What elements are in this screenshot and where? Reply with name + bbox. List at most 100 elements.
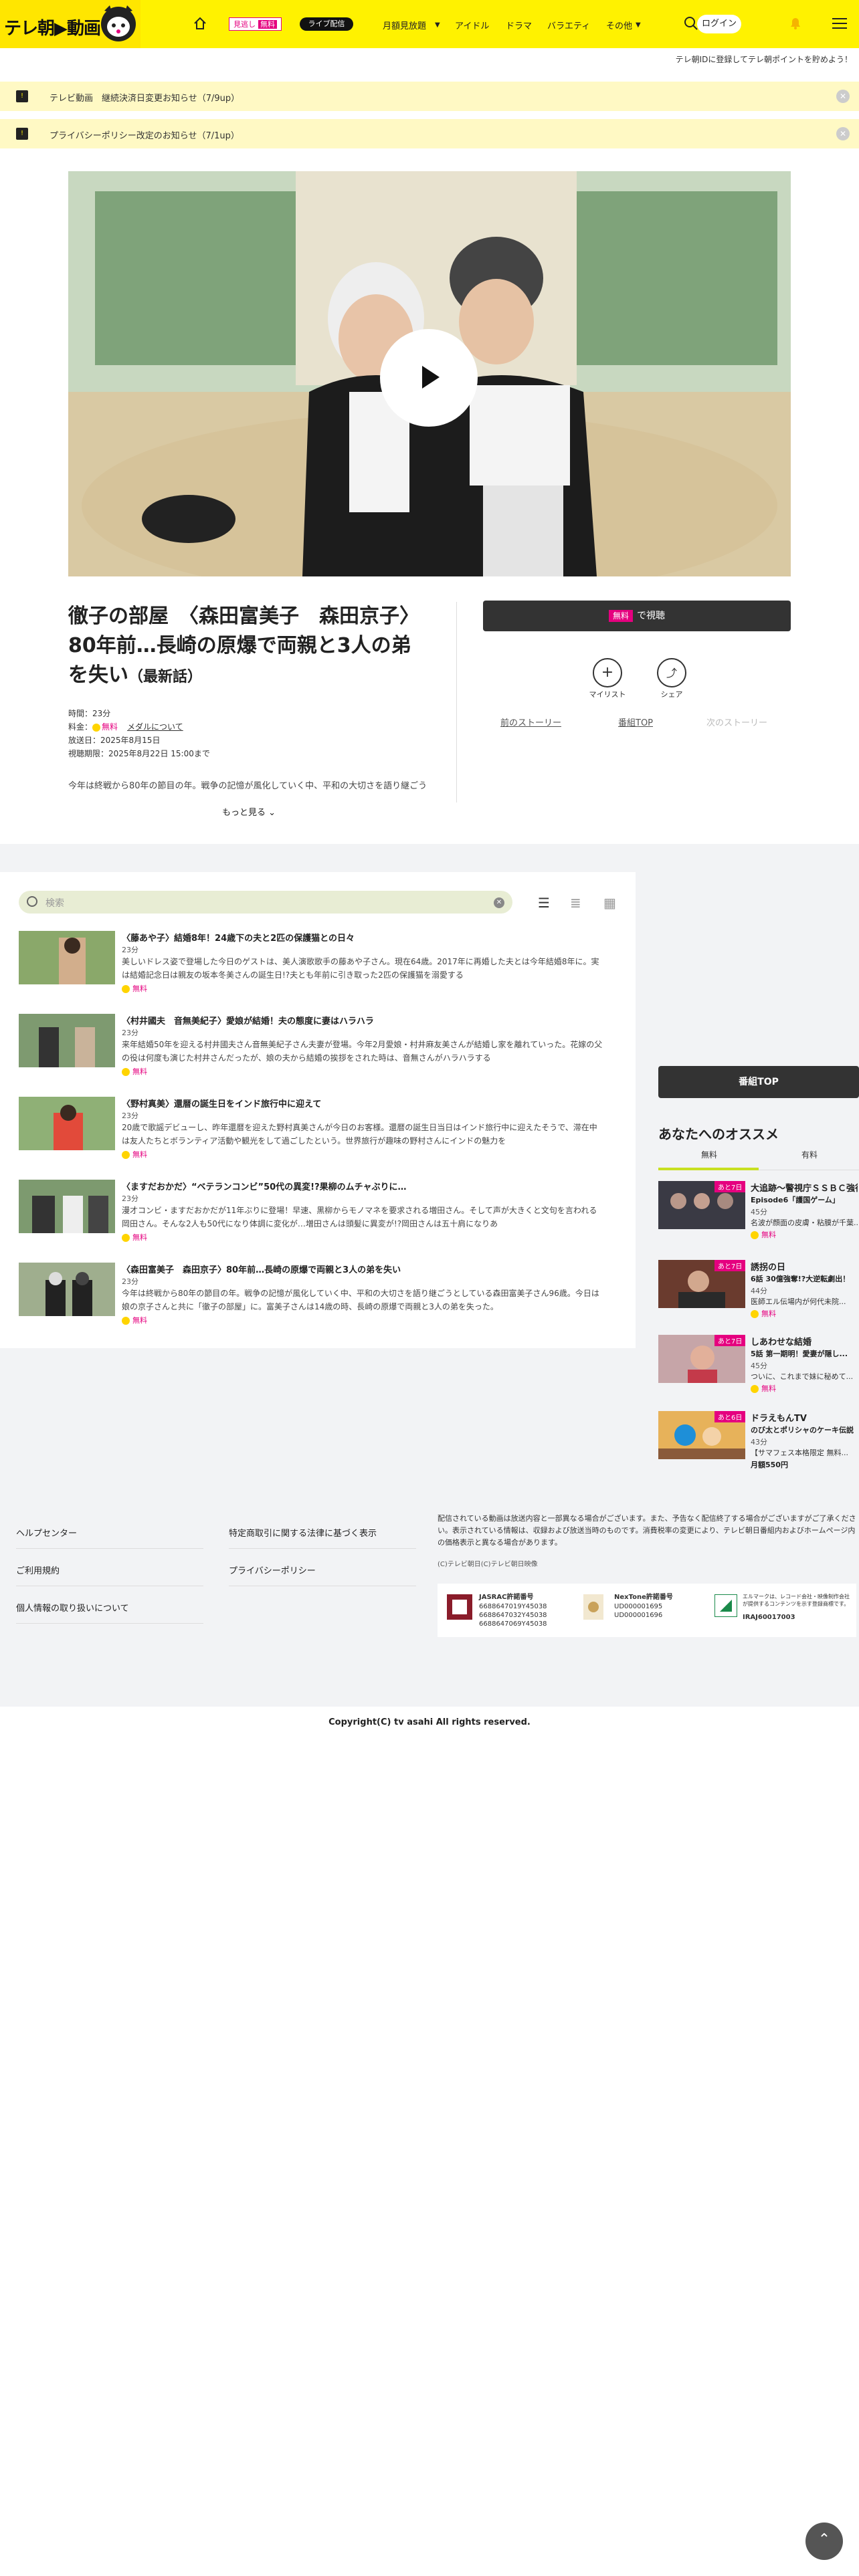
episode-item[interactable]: 〈村井國夫 音無美紀子〉愛娘が結婚！夫の態度に妻はハラハラ 23分 来年結婚50… — [19, 1014, 621, 1087]
recommend-title: 誘拐の日 — [751, 1263, 786, 1273]
nav-drama[interactable]: ドラマ — [506, 19, 532, 31]
coin-icon — [751, 1231, 759, 1239]
copyright: Copyright(C) tv asahi All rights reserve… — [328, 1717, 531, 1727]
play-icon — [422, 366, 440, 389]
clear-icon[interactable]: ✕ — [494, 897, 504, 908]
episode-item[interactable]: 〈藤あや子〉結婚8年！24歳下の夫と2匹の保護猫との日々 23分 美しいドレス姿… — [19, 931, 621, 1004]
chevron-down-icon: ▼ — [636, 21, 641, 29]
episode-thumbnail — [19, 1014, 115, 1067]
recommend-card[interactable]: あと7日 誘拐の日 6話 30億強奪!?大逆転劇出！ 44分 医師エル伝場内が何… — [658, 1260, 859, 1324]
episode-duration: 23分 — [122, 1194, 138, 1203]
episode-title: 〈藤あや子〉結婚8年！24歳下の夫と2匹の保護猫との日々 — [122, 934, 355, 944]
notice-icon: ! — [16, 128, 28, 140]
bell-icon[interactable] — [788, 15, 803, 31]
chip-free-label: 無料 — [258, 20, 277, 29]
nav-variety[interactable]: バラエティ — [547, 19, 590, 31]
episode-desc: 20歳で歌謡デビューし、昨年還暦を迎えた野村真美さんが今日のお客様。還暦の誕生日… — [122, 1123, 597, 1146]
recommend-sub: 6話 30億強奪!?大逆転劇出！ — [751, 1275, 850, 1283]
divider — [456, 602, 457, 802]
episode-desc: 来年結婚50年を迎える村井國夫さん音無美紀子さん夫妻が登場。今年2月愛娘・村井麻… — [122, 1040, 603, 1063]
search-icon[interactable] — [684, 16, 698, 31]
site-logo[interactable]: テレ朝▶動画 — [0, 0, 140, 48]
watch-button[interactable]: 無料 で視聴 — [483, 601, 791, 631]
recommend-card[interactable]: あと7日 しあわせな結婚 5話 第一期明！愛妻が隠し... 45分 ついに、これ… — [658, 1335, 859, 1399]
program-top-button[interactable]: 番組TOP — [658, 1066, 859, 1098]
nextone-icon — [583, 1594, 603, 1620]
nav-monthly[interactable]: 月額見放題 — [383, 19, 426, 31]
footer-link-help[interactable]: ヘルプセンター — [16, 1513, 203, 1549]
more-label: もっと見る — [221, 808, 266, 818]
jasrac-icon — [447, 1594, 472, 1620]
episode-duration: 23分 — [122, 1111, 138, 1120]
close-icon[interactable]: ✕ — [836, 127, 850, 140]
footer-credit: (C)テレビ朝日(C)テレビ朝日映像 — [438, 1561, 538, 1568]
watch-period: 視聴期限：2025年8月22日 15:00まで — [68, 749, 210, 758]
close-icon[interactable]: ✕ — [836, 90, 850, 103]
share-button[interactable]: ⤴ — [657, 658, 686, 687]
program-title: 徹子の部屋 〈森田富美子 森田京子〉80年前…長崎の原爆で両親と3人の弟を失い（… — [68, 602, 416, 692]
search-input[interactable]: 検索 — [45, 896, 64, 909]
grid-view-icon[interactable]: ▦ — [603, 895, 616, 911]
chevron-down-icon: ⌄ — [268, 808, 276, 818]
recommend-title: 大追跡〜警視庁ＳＳＢＣ強行犯係〜 — [751, 1184, 858, 1194]
next-story-link: 次のストーリー — [706, 718, 768, 728]
footer-link-terms[interactable]: ご利用規約 — [16, 1550, 203, 1586]
recommend-desc: 【サマフェス本格限定 無料... — [751, 1448, 848, 1457]
episode-thumbnail — [19, 931, 115, 984]
recommend-sub: Episode6「護国ゲーム」 — [751, 1196, 840, 1204]
episode-title: 〈村井國夫 音無美紀子〉愛娘が結婚！夫の態度に妻はハラハラ — [122, 1016, 374, 1027]
episode-search[interactable]: 検索 ✕ — [19, 891, 512, 914]
footer-link-privacy-handling[interactable]: 個人情報の取り扱いについて — [16, 1588, 203, 1624]
notice-text[interactable]: テレビ動画 継続決済日変更お知らせ（7/9up） — [50, 91, 240, 104]
home-icon[interactable] — [193, 16, 207, 31]
promo-text[interactable]: テレ朝IDに登録してテレ朝ポイントを貯めよう！ — [676, 53, 852, 65]
play-button[interactable] — [360, 329, 478, 427]
nav-idol[interactable]: アイドル — [455, 19, 489, 31]
recommend-title: あなたへのオススメ — [658, 1126, 779, 1142]
episode-duration: 23分 — [122, 1029, 138, 1037]
footer-link-tokusho[interactable]: 特定商取引に関する法律に基づく表示 — [229, 1513, 416, 1549]
recommend-price: 月額550円 — [751, 1461, 788, 1469]
episode-title: 〈ますだおかだ〉“ベテランコンビ”50代の異変!?果柳のムチャぶりに… — [122, 1182, 407, 1192]
search-icon — [27, 896, 37, 907]
miyo-chip[interactable]: 見逃し 無料 — [229, 17, 282, 31]
list-view-icon[interactable]: ☰ — [538, 895, 550, 911]
tab-free[interactable]: 無料 — [662, 1149, 756, 1160]
episode-item[interactable]: 〈森田富美子 森田京子〉80年前…長崎の原爆で両親と3人の弟を失い 23分 今年… — [19, 1263, 621, 1336]
recommend-card[interactable]: あと7日 大追跡〜警視庁ＳＳＢＣ強行犯係〜 Episode6「護国ゲーム」 45… — [658, 1181, 859, 1245]
lmark-icon — [714, 1594, 737, 1617]
notice-text[interactable]: プライバシーポリシー改定のお知らせ（7/1up） — [50, 128, 240, 141]
episode-item[interactable]: 〈ますだおかだ〉“ベテランコンビ”50代の異変!?果柳のムチャぶりに… 23分 … — [19, 1180, 621, 1253]
scroll-top-button[interactable]: ⌃ — [805, 2523, 843, 2560]
login-button[interactable]: ログイン — [697, 15, 741, 33]
episode-desc: 漫才コンビ・ますだおかだが11年ぶりに登場！早速、黒柳からモノマネを要求される増… — [122, 1206, 597, 1228]
prev-story-link[interactable]: 前のストーリー — [500, 716, 561, 728]
more-button[interactable]: もっと見る ⌄ — [68, 805, 430, 818]
episode-title: 〈野村真美〉還暦の誕生日をインド旅行中に迎えて — [122, 1099, 322, 1109]
free-label: 無料 — [761, 1230, 776, 1239]
nextone-title: NexTone許諾番号 — [614, 1594, 673, 1601]
footer-note: 配信されている動画は放送内容と一部異なる場合がございます。また、予告なく配信終了… — [438, 1514, 856, 1547]
footer-link-privacy-policy[interactable]: プライバシーポリシー — [229, 1550, 416, 1586]
menu-icon[interactable] — [832, 17, 847, 29]
detail-view-icon[interactable]: ≣ — [570, 895, 581, 911]
episode-item[interactable]: 〈野村真美〉還暦の誕生日をインド旅行中に迎えて 23分 20歳で歌謡デビューし、… — [19, 1097, 621, 1170]
mylist-button[interactable]: + — [593, 658, 622, 687]
medal-link[interactable]: メダルについて — [127, 722, 183, 732]
nav-other[interactable]: その他 — [606, 19, 632, 31]
watch-label: で視聴 — [637, 611, 665, 621]
recommend-card[interactable]: あと6日 ドラえもんTV のび太とポリシャのケーキ伝説 43分 【サマフェス本格… — [658, 1411, 859, 1475]
notice-icon: ! — [16, 90, 28, 102]
notice-bar[interactable]: ! プライバシーポリシー改定のお知らせ（7/1up） ✕ — [0, 119, 859, 148]
free-label: 無料 — [761, 1309, 776, 1318]
days-left-badge: あと7日 — [714, 1181, 746, 1192]
live-chip[interactable]: ライブ配信 — [300, 17, 353, 31]
mascot-icon — [101, 5, 136, 41]
duration: 時間：23分 — [68, 709, 111, 718]
program-top-link[interactable]: 番組TOP — [618, 716, 653, 728]
coin-icon — [122, 1317, 130, 1325]
recommend-duration: 44分 — [751, 1287, 767, 1295]
notice-bar[interactable]: ! テレビ動画 継続決済日変更お知らせ（7/9up） ✕ — [0, 82, 859, 111]
recommend-sub: のび太とポリシャのケーキ伝説 — [751, 1426, 854, 1434]
tab-paid[interactable]: 有料 — [763, 1149, 856, 1160]
